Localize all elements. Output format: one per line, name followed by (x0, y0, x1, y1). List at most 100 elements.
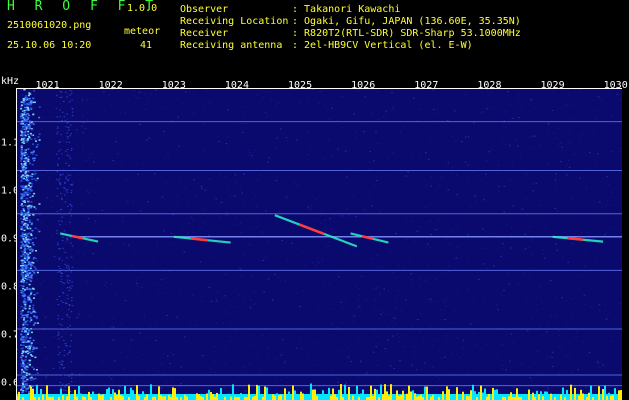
noise-dot (619, 151, 622, 152)
floor-bar (220, 388, 222, 400)
noise-dot (109, 104, 112, 106)
band-dot (57, 271, 59, 273)
band-dot (24, 261, 27, 263)
noise-dot (185, 279, 187, 281)
noise-dot (215, 198, 217, 200)
noise-dot (448, 271, 450, 273)
band-dot (63, 282, 66, 284)
noise-dot (611, 151, 613, 153)
floor-bar (312, 389, 314, 400)
band-dot (30, 121, 33, 123)
noise-dot (337, 378, 340, 380)
noise-dot (531, 239, 533, 241)
noise-dot (378, 119, 380, 121)
noise-dot (127, 100, 129, 102)
band-dot (31, 355, 34, 357)
noise-dot (545, 129, 548, 131)
floor-bar (112, 389, 114, 400)
band-dot (29, 271, 32, 274)
noise-dot (412, 164, 415, 166)
noise-dot (249, 152, 251, 154)
noise-dot (587, 167, 589, 169)
noise-dot (121, 219, 124, 221)
noise-dot (528, 273, 531, 275)
band-dot (61, 119, 63, 121)
noise-dot (574, 336, 577, 338)
noise-dot (279, 211, 281, 213)
noise-dot (473, 284, 476, 286)
band-dot (57, 354, 60, 355)
noise-dot (500, 325, 503, 327)
noise-dot (192, 219, 194, 221)
noise-dot (201, 279, 203, 281)
noise-dot (371, 112, 374, 114)
noise-dot (222, 322, 224, 324)
noise-dot (561, 297, 563, 299)
noise-dot (180, 383, 182, 385)
band-dot (30, 354, 32, 356)
noise-dot (509, 103, 512, 105)
band-dot (23, 128, 26, 130)
noise-dot (282, 295, 284, 297)
noise-dot (258, 211, 260, 212)
noise-dot (258, 174, 260, 176)
noise-dot (564, 166, 567, 168)
noise-dot (296, 184, 299, 186)
band-dot (62, 247, 64, 249)
noise-dot (383, 311, 385, 313)
band-dot (69, 94, 71, 96)
band-dot (20, 247, 23, 249)
noise-dot (598, 304, 601, 306)
noise-dot (285, 137, 288, 139)
band-dot (22, 140, 25, 142)
noise-dot (86, 190, 88, 192)
noise-dot (353, 315, 356, 317)
noise-dot (601, 225, 603, 227)
band-dot (21, 168, 24, 171)
noise-dot (78, 313, 80, 315)
band-dot (62, 282, 64, 284)
noise-dot (566, 355, 568, 357)
noise-dot (590, 306, 592, 308)
noise-dot (593, 357, 596, 359)
floor-bar (548, 396, 550, 400)
noise-dot (282, 339, 284, 341)
noise-dot (515, 139, 517, 141)
noise-dot (301, 164, 303, 166)
noise-dot (595, 164, 598, 166)
band-dot (38, 139, 41, 141)
noise-dot (192, 112, 194, 114)
noise-dot (391, 107, 394, 109)
noise-dot (502, 364, 504, 366)
noise-dot (235, 329, 238, 331)
noise-dot (435, 278, 437, 280)
band-dot (25, 374, 28, 376)
floor-bar (264, 386, 266, 400)
noise-dot (230, 387, 232, 389)
noise-dot (296, 139, 298, 141)
band-dot (66, 315, 68, 317)
noise-dot (320, 222, 322, 224)
noise-dot (87, 192, 90, 193)
noise-dot (44, 316, 47, 318)
noise-dot (117, 110, 119, 112)
band-dot (33, 138, 36, 140)
band-dot (23, 113, 25, 115)
noise-dot (36, 260, 38, 262)
noise-dot (562, 107, 564, 109)
band-dot (66, 113, 68, 115)
noise-dot (83, 253, 85, 255)
noise-dot (561, 349, 563, 351)
band-dot (31, 242, 34, 244)
noise-dot (269, 92, 272, 94)
band-dot (32, 113, 35, 116)
band-dot (36, 322, 39, 324)
noise-dot (111, 326, 114, 328)
band-dot (64, 251, 66, 253)
noise-dot (357, 377, 360, 378)
band-dot (71, 245, 74, 247)
band-dot (28, 261, 31, 263)
band-dot (27, 332, 30, 334)
band-dot (24, 358, 27, 361)
band-dot (29, 276, 32, 278)
